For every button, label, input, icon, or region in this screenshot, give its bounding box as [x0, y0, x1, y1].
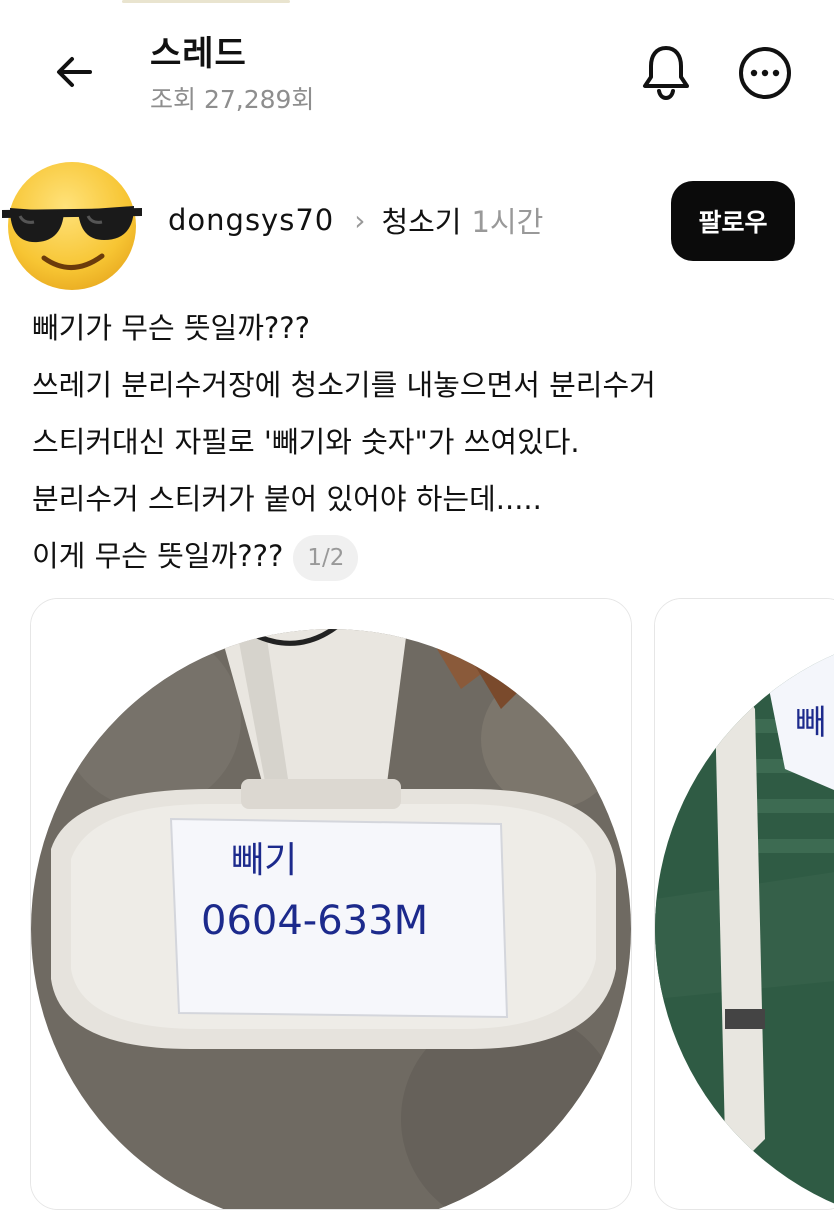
back-button[interactable]: [48, 46, 100, 98]
post-line: 빼기가 무슨 뜻일까???: [32, 311, 311, 345]
view-count: 조회 27,289회: [150, 85, 315, 114]
page-title: 스레드: [150, 34, 247, 74]
post-last-line: 이게 무슨 뜻일까??? 1/2: [32, 528, 812, 585]
notification-button[interactable]: [636, 40, 696, 102]
sunglasses-emoji-icon: [2, 162, 142, 290]
page-indicator: 1/2: [293, 535, 359, 581]
post-time: 1시간: [471, 205, 544, 239]
vacuum-photo: 빼기 0604-633M: [31, 599, 631, 1209]
username-link[interactable]: dongsys70: [168, 203, 334, 237]
post-image-2[interactable]: 빼: [654, 598, 834, 1210]
avatar[interactable]: [2, 154, 142, 294]
second-photo: 빼: [655, 599, 834, 1209]
chevron-right-icon: ›: [354, 203, 366, 237]
post-line: 쓰레기 분리수거장에 청소기를 내놓으면서 분리수거: [32, 368, 656, 402]
follow-button[interactable]: 팔로우: [671, 181, 795, 261]
post-line: 스티커대신 자필로 '빼기와 숫자"가 쓰여있다.: [32, 425, 580, 459]
author-line: dongsys70 › 청소기 1시간: [168, 196, 543, 244]
post-line: 이게 무슨 뜻일까???: [32, 539, 284, 573]
note-line-1: 빼기: [231, 840, 297, 881]
note-fragment: 빼: [795, 703, 826, 743]
note-line-2: 0604-633M: [201, 898, 428, 944]
bell-icon: [643, 46, 689, 100]
post-image-1[interactable]: 빼기 0604-633M: [30, 598, 632, 1210]
more-options-button[interactable]: [736, 44, 794, 102]
top-bar: 스레드 조회 27,289회: [0, 0, 834, 140]
more-horizontal-icon: [739, 47, 791, 99]
post-line: 분리수거 스티커가 붙어 있어야 하는데.....: [32, 482, 542, 516]
topic-tag[interactable]: 청소기: [381, 199, 461, 241]
post-body: 빼기가 무슨 뜻일까??? 쓰레기 분리수거장에 청소기를 내놓으면서 분리수거…: [32, 300, 812, 585]
arrow-left-icon: [57, 57, 92, 87]
